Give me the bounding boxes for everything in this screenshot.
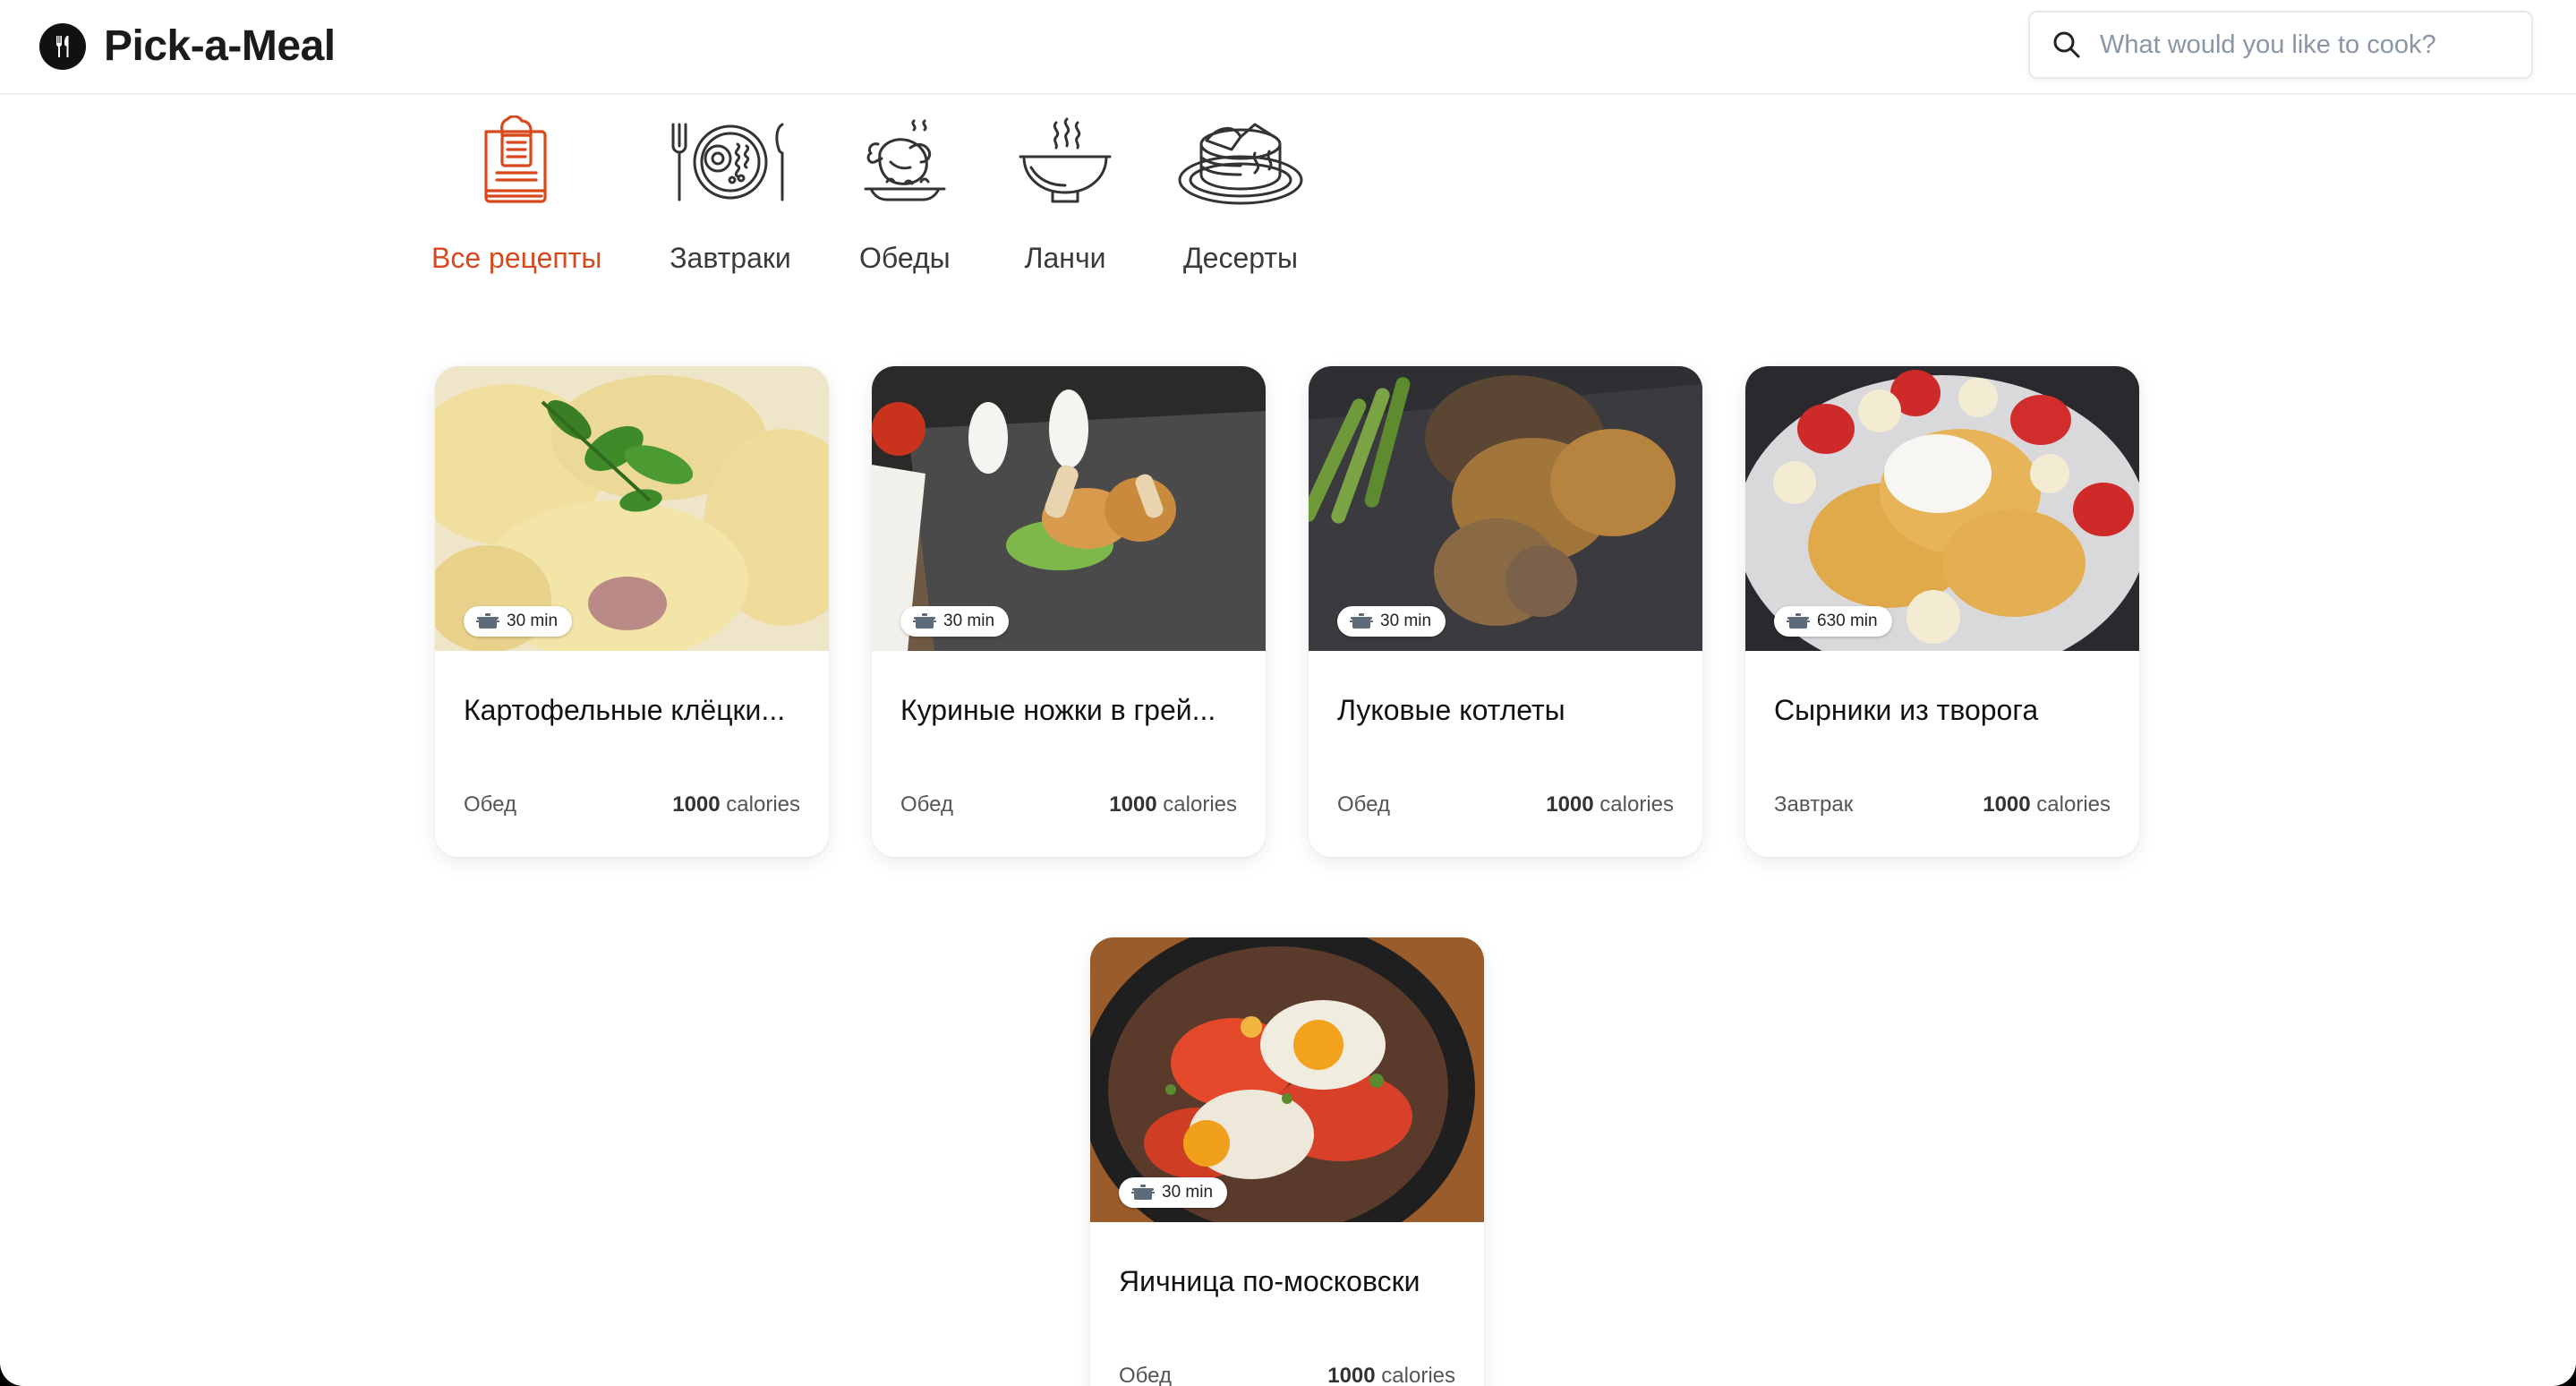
fork-knife-icon [39,22,86,70]
calories-unit: calories [1163,792,1237,817]
cooking-pot-icon [1131,1185,1155,1200]
recipe-title[interactable]: Сырники из творога [1774,694,2114,727]
app-name: Pick-a-Meal [104,22,336,70]
category-all-recipes[interactable]: Все рецепты [431,115,601,275]
search-input[interactable] [2100,30,2512,60]
recipe-book-icon [481,115,552,210]
recipe-card[interactable]: 630 min Сырники из творога Завтрак 1000 … [1745,366,2139,857]
top-header: Pick-a-Meal [0,0,2576,95]
recipe-title[interactable]: Куриные ножки в грей... [900,694,1241,727]
category-label: Обеды [859,242,951,274]
recipe-image: 630 min [1745,366,2139,651]
calories-unit: calories [1599,792,1674,817]
search-box[interactable] [2028,11,2533,79]
breakfast-plate-icon [668,115,793,210]
recipe-calories: 1000 calories [1327,1364,1455,1386]
cooking-pot-icon [913,613,936,629]
cook-time-badge: 30 min [900,606,1010,637]
recipe-meal-type: Обед [464,792,516,817]
recipe-image: 30 min [435,366,829,651]
recipe-card[interactable]: 30 min Картофельные клёцки... Обед 1000 … [435,366,829,857]
recipe-calories: 1000 calories [1109,792,1237,817]
recipe-title[interactable]: Картофельные клёцки... [464,694,804,727]
recipe-image: 30 min [872,366,1266,651]
soup-bowl-icon [1017,115,1113,210]
calories-unit: calories [1381,1364,1455,1386]
recipe-card[interactable]: 30 min Куриные ножки в грей... Обед 1000… [872,366,1266,857]
recipe-title[interactable]: Луковые котлеты [1337,694,1677,727]
cake-icon [1176,115,1305,210]
page: Pick-a-Meal Все рецепты [0,0,2576,1386]
cooking-pot-icon [476,613,499,629]
calories-value: 1000 [1983,792,2031,817]
category-breakfasts[interactable]: Завтраки [668,115,793,275]
recipe-title[interactable]: Яичница по-московски [1119,1265,1459,1298]
recipe-meal-type: Завтрак [1774,792,1854,817]
cooking-pot-icon [1787,613,1810,629]
category-lunches[interactable]: Ланчи [1017,115,1113,275]
recipe-calories: 1000 calories [1546,792,1674,817]
roast-chicken-icon [860,115,950,210]
recipe-image: 30 min [1090,937,1484,1222]
cook-time-badge: 630 min [1774,606,1892,637]
cook-time-badge: 30 min [1119,1177,1228,1208]
calories-unit: calories [726,792,800,817]
cook-time-badge: 30 min [1337,606,1446,637]
app-logo[interactable]: Pick-a-Meal [39,21,336,71]
search-icon [2048,26,2086,64]
category-label: Ланчи [1024,242,1106,274]
recipe-card[interactable]: 30 min Луковые котлеты Обед 1000 calorie… [1309,366,1702,857]
category-label: Десерты [1182,242,1298,274]
cook-time-badge: 30 min [464,606,573,637]
calories-value: 1000 [1327,1364,1376,1386]
category-dinners[interactable]: Обеды [859,115,951,275]
calories-value: 1000 [1109,792,1157,817]
recipe-meal-type: Обед [1337,792,1390,817]
category-label: Завтраки [670,242,791,274]
recipe-calories: 1000 calories [672,792,800,817]
cook-time: 30 min [1380,612,1432,630]
cook-time: 630 min [1817,612,1878,630]
cook-time: 30 min [507,612,559,630]
recipe-card[interactable]: 30 min Яичница по-московски Обед 1000 ca… [1090,937,1484,1386]
cook-time: 30 min [943,612,995,630]
calories-value: 1000 [672,792,721,817]
cook-time: 30 min [1162,1183,1214,1202]
calories-unit: calories [2036,792,2111,817]
recipe-calories: 1000 calories [1983,792,2111,817]
recipe-meal-type: Обед [900,792,953,817]
recipe-meal-type: Обед [1119,1364,1172,1386]
category-label: Все рецепты [431,242,602,274]
cooking-pot-icon [1350,613,1373,629]
category-desserts[interactable]: Десерты [1176,115,1305,275]
calories-value: 1000 [1546,792,1594,817]
recipe-image: 30 min [1309,366,1702,651]
